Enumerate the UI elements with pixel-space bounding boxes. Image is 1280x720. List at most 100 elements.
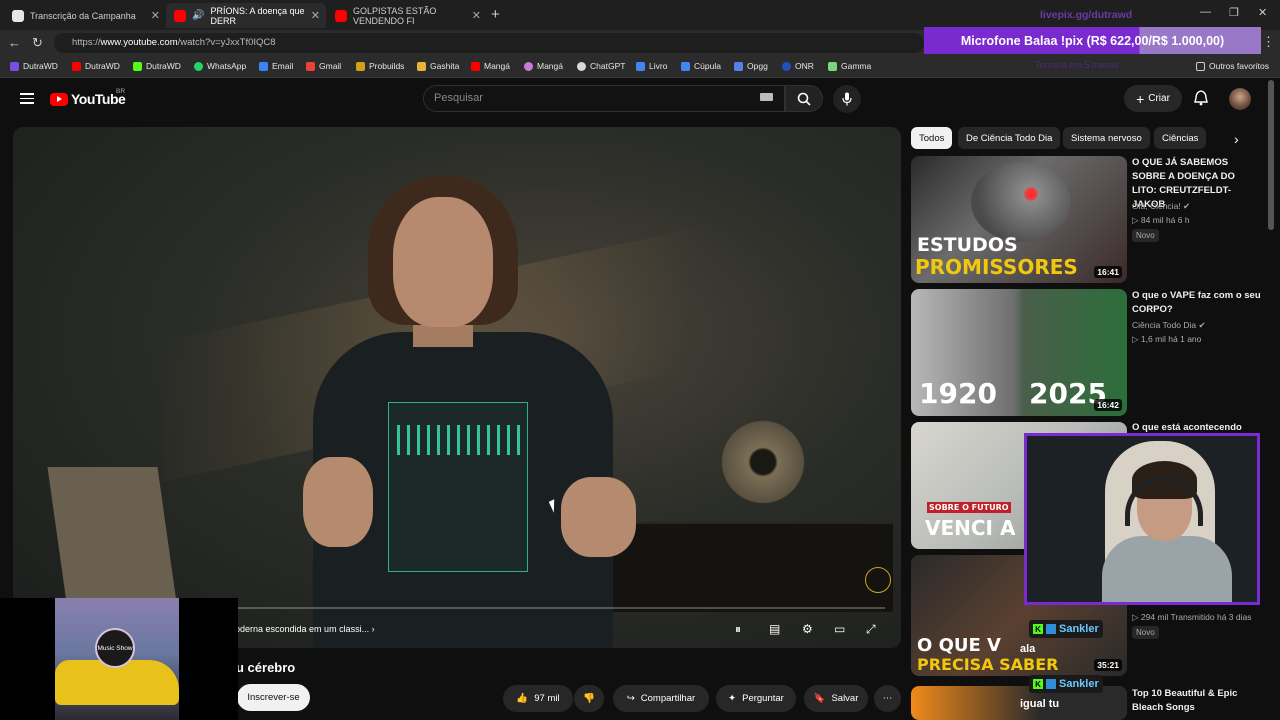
theater-mode-icon[interactable]: ▭ — [834, 622, 845, 636]
bookmark-gmail[interactable]: Gmail — [306, 61, 341, 71]
recommended-thumbnail[interactable]: 1920 2025 16:42 — [911, 289, 1127, 416]
search-input[interactable]: Pesquisar — [423, 85, 785, 112]
bookmark-livro[interactable]: Livro — [636, 61, 667, 71]
reload-icon[interactable]: ↻ — [32, 35, 43, 51]
bookmark-label: Probuilds — [369, 61, 405, 71]
speaker-icon[interactable]: 🔊 — [192, 10, 204, 21]
bookmark-dutrawd-1[interactable]: DutraWD — [10, 61, 58, 71]
close-icon[interactable]: ✕ — [311, 9, 320, 22]
close-icon[interactable]: ✕ — [472, 9, 481, 22]
bookmark-label: DutraWD — [23, 61, 58, 71]
bookmark-label: Gamma — [841, 61, 872, 71]
thumbnail-text: PRECISA SABER — [917, 655, 1059, 674]
close-window-icon[interactable]: ✕ — [1258, 6, 1267, 19]
thumbs-up-icon: 👍 — [516, 693, 529, 704]
chip-label: De Ciência Todo Dia — [966, 132, 1053, 144]
search-button[interactable] — [785, 85, 823, 112]
sidebar-scrollbar[interactable] — [1268, 80, 1274, 230]
bookmark-opgg[interactable]: Opgg — [734, 61, 768, 71]
account-avatar[interactable] — [1229, 88, 1251, 110]
bookmark-onr[interactable]: ONR — [782, 61, 814, 71]
video-player[interactable]: oderna escondida em um classi... › ⏸ ▤ ⚙… — [13, 127, 901, 648]
bookmark-other-favorites[interactable]: Outros favoritos — [1196, 61, 1269, 71]
thumbnail-text: O QUE V — [917, 635, 1001, 656]
recommended-title[interactable]: O que o VAPE faz com o seu CORPO? — [1132, 289, 1262, 317]
bookmark-manga-1[interactable]: Mangá — [471, 61, 510, 71]
recommended-title[interactable]: Top 10 Beautiful & Epic Bleach Songs — [1132, 687, 1262, 715]
browser-tabstrip: Transcrição da Campanha ✕ 🔊 PRÍONS: A do… — [0, 0, 1280, 30]
chevron-right-icon[interactable]: › — [1234, 131, 1239, 147]
notifications-bell-icon[interactable] — [1194, 90, 1208, 106]
keyboard-icon[interactable] — [760, 93, 773, 101]
bookmark-dutrawd-2[interactable]: DutraWD — [72, 61, 120, 71]
chat-username: Sankler — [1059, 678, 1099, 690]
subscribe-button[interactable]: Inscrever-se — [237, 684, 310, 711]
video-duration: 16:41 — [1094, 266, 1122, 278]
bookmark-gamma[interactable]: Gamma — [828, 61, 871, 71]
recommended-channel[interactable]: Olá, Ciência! ✔ — [1132, 201, 1190, 212]
channel-watermark-icon[interactable] — [865, 567, 891, 593]
bookmark-manga-2[interactable]: Mangá — [524, 61, 563, 71]
close-icon[interactable]: ✕ — [151, 9, 160, 22]
subtitles-icon[interactable]: ▤ — [769, 622, 780, 636]
video-progress-bar[interactable] — [235, 607, 885, 609]
create-button[interactable]: + Criar — [1124, 85, 1182, 112]
share-icon: ↪ — [626, 693, 635, 704]
like-button[interactable]: 👍 97 mil — [503, 685, 573, 712]
recommended-meta: ▷ 84 mil há 6 h — [1132, 215, 1190, 226]
tab-prions[interactable]: 🔊 PRÍONS: A doença que DERR ✕ — [166, 3, 326, 28]
bookmark-icon — [524, 61, 533, 71]
bookmark-probuilds[interactable]: Probuilds — [356, 61, 404, 71]
channel-name: Ciência Todo Dia — [1132, 320, 1197, 330]
streamer-webcam — [1024, 433, 1260, 605]
fullscreen-icon[interactable]: ⤢ — [866, 622, 876, 637]
bookmark-icon — [681, 61, 690, 71]
bookmark-label: Outros favoritos — [1209, 61, 1269, 71]
sub-badge-icon — [1046, 624, 1056, 634]
new-tab-icon[interactable]: + — [491, 6, 500, 23]
settings-gear-icon[interactable]: ⚙ — [802, 622, 813, 636]
thumbs-down-icon: 👎 — [583, 693, 595, 704]
video-scene-shelf — [593, 522, 893, 612]
tab-transcricao[interactable]: Transcrição da Campanha ✕ — [4, 3, 166, 28]
hamburger-menu-icon[interactable] — [20, 93, 34, 104]
bookmark-whatsapp[interactable]: WhatsApp — [194, 61, 246, 71]
back-icon[interactable]: ← — [8, 35, 21, 50]
voice-search-button[interactable] — [833, 85, 861, 113]
autoplay-toggle-icon[interactable]: ⏸ — [735, 622, 741, 637]
presenter-face — [393, 197, 493, 327]
kick-icon: K — [1033, 624, 1043, 634]
bookmark-dutrawd-3[interactable]: DutraWD — [133, 61, 181, 71]
bookmark-icon — [471, 61, 480, 71]
recommended-thumbnail[interactable]: ESTUDOS PROMISSORES 16:41 — [911, 156, 1127, 283]
youtube-logo[interactable]: YouTube — [50, 91, 126, 107]
bookmark-label: Gashita — [430, 61, 460, 71]
bookmark-gashita[interactable]: Gashita — [417, 61, 459, 71]
minimize-icon[interactable]: — — [1200, 6, 1211, 18]
url-prefix: https:// — [72, 37, 101, 48]
bookmark-chatgpt[interactable]: ChatGPT — [577, 61, 625, 71]
thumbnail-text: 1920 — [919, 377, 997, 410]
bookmark-icon — [734, 61, 743, 71]
chip-sistema-nervoso[interactable]: Sistema nervoso — [1063, 127, 1150, 149]
bookmark-cupula[interactable]: Cúpula — [681, 61, 721, 71]
thumbnail-text: SOBRE O FUTURO — [927, 502, 1011, 513]
more-actions-button[interactable]: ⋯ — [874, 685, 901, 712]
save-button[interactable]: 🔖 Salvar — [804, 685, 868, 712]
ask-button[interactable]: ✦ Perguntar — [716, 685, 796, 712]
bookmark-icon — [417, 61, 426, 71]
maximize-icon[interactable]: ❐ — [1229, 6, 1239, 19]
chip-ciencia-todo-dia[interactable]: De Ciência Todo Dia — [958, 127, 1061, 149]
url-field[interactable]: https://www.youtube.com/watch?v=yJxxTf0I… — [54, 33, 924, 53]
bookmark-email[interactable]: Email — [259, 61, 293, 71]
tab-golpistas[interactable]: GOLPISTAS ESTÃO VENDENDO FI ✕ — [327, 3, 487, 28]
chip-todos[interactable]: Todos — [911, 127, 953, 149]
menu-kebab-icon[interactable]: ⋮ — [1262, 34, 1275, 50]
donation-goal-bar: Microfone Balaa !pix (R$ 622,00/R$ 1.000… — [924, 27, 1261, 54]
chapter-title[interactable]: oderna escondida em um classi... › — [235, 624, 375, 634]
dislike-button[interactable]: 👎 — [574, 685, 604, 712]
bookmark-label: Opgg — [747, 61, 768, 71]
chip-ciencias[interactable]: Ciências — [1154, 127, 1207, 149]
recommended-channel[interactable]: Ciência Todo Dia ✔ — [1132, 320, 1206, 331]
share-button[interactable]: ↪ Compartilhar — [613, 685, 709, 712]
